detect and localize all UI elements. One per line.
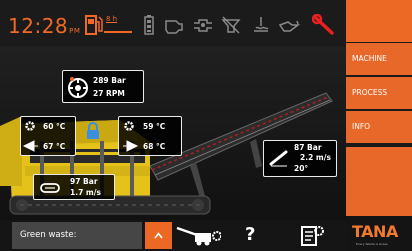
- left-upper-temp: 60 °C: [43, 122, 66, 131]
- bearing-icon: [123, 140, 138, 152]
- feeder-speed: 1.7 m/s: [70, 188, 101, 197]
- belt-angle: 20°: [294, 164, 309, 173]
- tana-logo: TANA: [352, 222, 398, 241]
- help-button[interactable]: ?: [245, 224, 255, 245]
- feeder-readout: 97 Bar 1.7 m/s: [33, 174, 115, 200]
- menu-machine[interactable]: MACHINE: [346, 43, 412, 75]
- menu-info[interactable]: INFO: [346, 111, 412, 143]
- battery-icon: [144, 15, 154, 35]
- waste-type-field[interactable]: Green waste:: [12, 222, 142, 249]
- rotor-pressure: 289 Bar: [93, 76, 126, 85]
- filter-warning-icon: [221, 16, 241, 34]
- waste-type-dropdown-button[interactable]: [145, 222, 172, 249]
- belt-readout: 87 Bar 2.2 m/s 20°: [263, 140, 337, 177]
- lock-icon: [87, 122, 99, 139]
- menu-process[interactable]: PROCESS: [346, 77, 412, 109]
- rotor-speed: 27 RPM: [93, 89, 125, 98]
- transport-mode-icon[interactable]: [175, 224, 221, 246]
- rotor-icon: [68, 77, 88, 98]
- clock-ampm: PM: [69, 27, 81, 35]
- bearing-icon: [23, 140, 38, 152]
- fuel-gauge-line: [104, 31, 132, 33]
- fuel-hours: 8 h: [106, 15, 118, 23]
- belt-pressure: 87 Bar: [294, 143, 322, 152]
- feeder-pressure: 97 Bar: [70, 177, 98, 186]
- belt-speed: 2.2 m/s: [300, 153, 331, 162]
- menu-header: [346, 0, 412, 42]
- side-menu: MACHINE PROCESS INFO TANA Every Waste is…: [346, 0, 412, 251]
- right-lower-temp: 68 °C: [143, 142, 166, 151]
- hydraulic-icon: [194, 19, 212, 32]
- rotor-readout: 289 Bar 27 RPM: [62, 70, 144, 103]
- right-upper-temp: 59 °C: [143, 122, 166, 131]
- settings-list-icon[interactable]: [301, 225, 325, 247]
- gear-icon: [124, 121, 134, 131]
- fuel-pump-icon: [85, 15, 103, 35]
- logo-tagline: Every Waste is Green: [356, 242, 389, 246]
- right-temperature-readout: 59 °C 68 °C: [118, 116, 182, 156]
- left-temperature-readout: 60 °C 67 °C: [20, 116, 76, 156]
- service-wrench-icon: [312, 14, 334, 35]
- clock-time: 12:28: [8, 14, 69, 38]
- chevron-up-icon: [154, 232, 163, 239]
- engine-icon: [165, 20, 183, 34]
- menu-spacer: [346, 147, 412, 216]
- coolant-icon: [254, 17, 269, 32]
- feeder-belt-icon: [40, 183, 60, 193]
- conveyor-angle-icon: [269, 150, 288, 167]
- status-bar: 12:28PM 8 h: [0, 0, 346, 46]
- oil-can-icon: [278, 20, 300, 32]
- gear-icon: [25, 121, 35, 131]
- left-lower-temp: 67 °C: [43, 142, 66, 151]
- clock: 12:28PM: [8, 14, 80, 38]
